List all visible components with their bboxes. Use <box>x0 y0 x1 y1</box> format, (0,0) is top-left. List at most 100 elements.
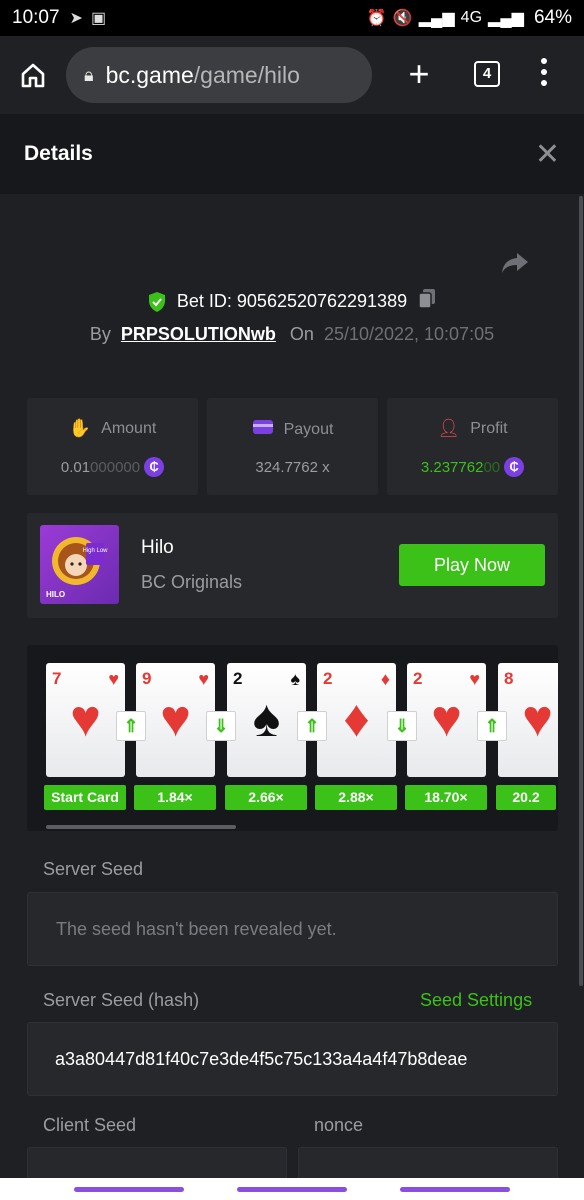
card-suit-small: ♥ <box>108 669 119 689</box>
payout-label: Payout <box>283 420 334 438</box>
gesture-nav-bar <box>0 1178 584 1200</box>
profit-value: 3.23776200 <box>420 458 501 476</box>
lock-icon: 🔒︎ <box>84 64 94 85</box>
card-suit-icon: ♦ <box>343 690 370 748</box>
game-provider: BC Originals <box>141 572 243 592</box>
status-time: 10:07 <box>12 7 60 28</box>
bet-id: Bet ID: 90562520762291389 <box>176 291 408 311</box>
client-seed-label: Client Seed <box>43 1115 137 1135</box>
verified-shield-icon <box>148 291 165 312</box>
card-rank: 2 <box>413 669 423 688</box>
new-tab-button[interactable]: + <box>404 54 434 94</box>
amount-value: 0.01000000 <box>60 458 141 476</box>
server-seed-label: Server Seed <box>43 859 144 879</box>
card-suit-small: ♥ <box>198 669 209 689</box>
card-rank: 9 <box>142 669 152 688</box>
server-hash-field[interactable]: a3a80447d81f40c7e3de4f5c75c133a4a4f47b8d… <box>27 1022 558 1096</box>
card-multiplier: 1.84× <box>134 785 216 810</box>
card-multiplier: 20.2 <box>496 785 556 810</box>
nav-pill <box>237 1187 347 1192</box>
play-now-button[interactable]: Play Now <box>399 544 545 586</box>
telegram-icon: ➤ <box>69 10 83 27</box>
gallery-icon: ▣ <box>90 10 107 27</box>
profit-icon: 👤︎ <box>437 418 461 438</box>
bc-coin-icon: ₵ <box>504 457 525 477</box>
payout-value: 324.7762 x <box>255 459 330 476</box>
higher-arrow-icon: ⇑ <box>297 711 327 741</box>
mute-icon: 🔇 <box>392 10 413 27</box>
url-bar[interactable]: 🔒︎ bc.game/game/hilo <box>66 47 372 103</box>
by-label: By <box>89 324 111 344</box>
hilo-game-thumbnail[interactable]: High Low HILO <box>40 525 119 604</box>
bet-date: 25/10/2022, 10:07:05 <box>323 324 495 344</box>
card-multiplier: 18.70× <box>405 785 487 810</box>
card-suit-icon: ♥ <box>522 690 553 748</box>
playing-card: 2 ♦ ♦ <box>317 663 396 777</box>
card-suit-icon: ♠ <box>252 690 281 748</box>
home-button[interactable] <box>0 61 66 89</box>
on-label: On <box>289 324 314 344</box>
profit-card: 👤︎ Profit 3.23776200 ₵ <box>387 398 558 495</box>
server-hash-value: a3a80447d81f40c7e3de4f5c75c133a4a4f47b8d… <box>55 1049 468 1069</box>
card-suit-small: ♥ <box>469 669 480 689</box>
card-suit-icon: ♥ <box>70 690 101 748</box>
thumb-badge: High Low <box>82 548 108 554</box>
thumb-label: HILO <box>46 590 65 599</box>
card-suit-icon: ♥ <box>160 690 191 748</box>
playing-card: 2 ♠ ♠ <box>227 663 306 777</box>
bc-coin-icon: ₵ <box>144 457 165 477</box>
wallet-icon <box>252 418 274 441</box>
lower-arrow-icon: ⇓ <box>387 711 417 741</box>
game-card: High Low HILO Hilo BC Originals Play Now <box>27 513 558 618</box>
url-host: bc.game <box>105 61 194 88</box>
lower-arrow-icon: ⇓ <box>206 711 236 741</box>
playing-card: 9 ♥ ♥ <box>136 663 215 777</box>
browser-menu-button[interactable] <box>540 58 548 90</box>
network-type: 4G <box>460 9 483 26</box>
amount-card: ✋ Amount 0.01000000 ₵ <box>27 398 198 495</box>
higher-arrow-icon: ⇑ <box>477 711 507 741</box>
playing-card: 8♥♥ <box>498 663 558 777</box>
card-rank: 8 <box>504 669 514 688</box>
hilo-cards-strip[interactable]: 7 ♥ ♥ Start Card 9 ♥ ♥ 1.84× 2 ♠ ♠ 2.66× 2 ♦ ♦ 2.88× 2 ♥ ♥… <box>27 645 558 831</box>
card-suit-icon: ♥ <box>431 690 462 748</box>
nav-pill <box>74 1187 184 1192</box>
browser-toolbar: 🔒︎ bc.game/game/hilo + 4 <box>0 36 584 114</box>
card-multiplier: Start Card <box>44 785 126 810</box>
battery-level: 64% <box>533 7 572 28</box>
playing-card: 2 ♥ ♥ <box>407 663 486 777</box>
tab-switcher-button[interactable]: 4 <box>474 61 500 87</box>
amount-label: Amount <box>101 419 157 437</box>
alarm-icon: ⏰ <box>366 10 387 27</box>
seed-settings-link[interactable]: Seed Settings <box>420 990 532 1011</box>
url-path: /game/hilo <box>193 61 300 88</box>
higher-arrow-icon: ⇑ <box>116 711 146 741</box>
profit-label: Profit <box>470 419 508 437</box>
card-rank: 7 <box>52 669 62 688</box>
card-rank: 2 <box>323 669 333 688</box>
signal-icon: ▂▄▆ <box>418 10 455 27</box>
playing-card: 7 ♥ ♥ <box>46 663 125 777</box>
bet-byline: By PRPSOLUTIONwb On 25/10/2022, 10:07:05 <box>0 324 584 345</box>
details-header: Details ✕ <box>0 114 584 194</box>
user-link[interactable]: PRPSOLUTIONwb <box>121 324 276 345</box>
nav-pill <box>400 1187 510 1192</box>
home-icon <box>21 63 45 88</box>
card-multiplier: 2.88× <box>315 785 397 810</box>
share-icon[interactable] <box>500 250 530 281</box>
amount-icon: ✋ <box>68 418 92 438</box>
close-icon[interactable]: ✕ <box>535 137 560 172</box>
card-multiplier: 2.66× <box>225 785 307 810</box>
server-seed-value: The seed hasn't been revealed yet. <box>56 919 337 939</box>
details-title: Details <box>24 142 93 165</box>
copy-icon[interactable] <box>417 288 437 315</box>
bet-id-row: Bet ID: 90562520762291389 <box>0 288 584 315</box>
server-hash-label: Server Seed (hash) <box>43 990 200 1010</box>
signal-icon-2: ▂▄▆ <box>488 10 524 27</box>
nonce-label: nonce <box>314 1115 364 1135</box>
status-bar: 10:07 ➤ ▣ ⏰ 🔇 ▂▄▆ 4G ▂▄▆ 64% <box>0 0 584 36</box>
server-seed-field: The seed hasn't been revealed yet. <box>27 892 558 966</box>
cards-scrollbar[interactable] <box>46 825 236 829</box>
card-suit-small: ♦ <box>380 669 390 689</box>
card-suit-small: ♠ <box>290 669 300 689</box>
